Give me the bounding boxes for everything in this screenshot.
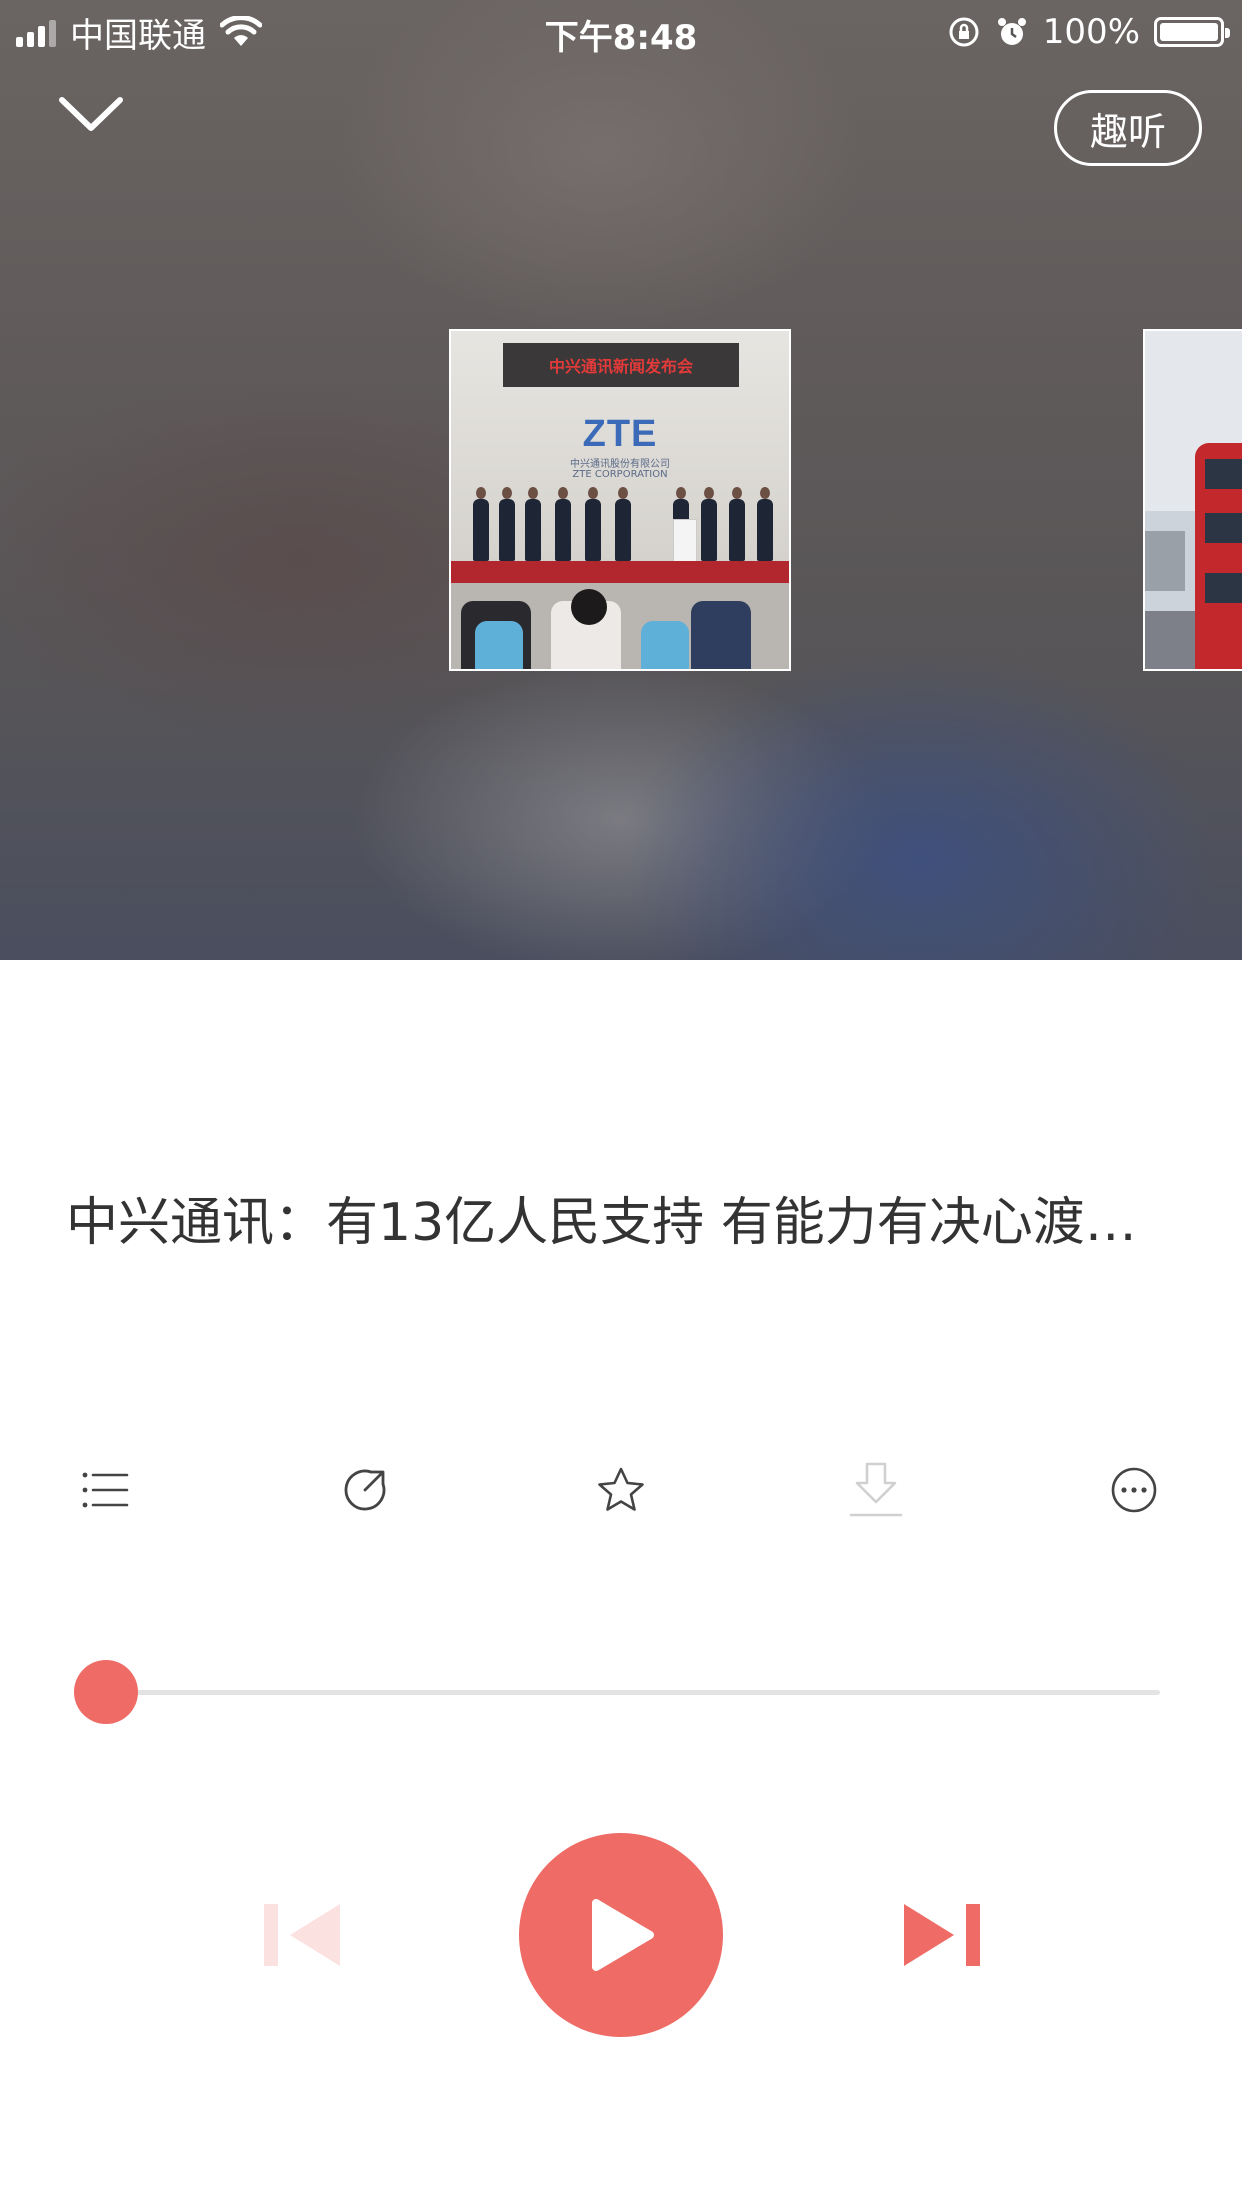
person	[701, 487, 717, 561]
person	[585, 487, 601, 561]
red-carpet	[451, 561, 789, 583]
more-icon	[1111, 1467, 1157, 1513]
person	[729, 487, 745, 561]
play-icon	[592, 1899, 654, 1971]
download-icon	[849, 1462, 903, 1517]
share-icon	[344, 1469, 386, 1511]
alarm-icon	[997, 18, 1026, 45]
more-button[interactable]	[1094, 1450, 1174, 1530]
chevron-down-icon	[59, 97, 123, 131]
share-button[interactable]	[325, 1450, 405, 1530]
chair	[641, 621, 689, 669]
qu-ting-button[interactable]: 趣听	[1054, 90, 1202, 166]
collapse-button[interactable]	[56, 86, 126, 146]
carousel-image-current[interactable]: 中兴通讯新闻发布会 ZTE 中兴通讯股份有限公司 ZTE CORPORATION	[449, 329, 791, 671]
action-toolbar	[0, 1450, 1242, 1530]
previous-button[interactable]	[262, 1902, 342, 1968]
battery-percent: 100%	[1042, 12, 1140, 52]
next-button[interactable]	[902, 1902, 982, 1968]
zte-logo: ZTE	[582, 413, 658, 455]
carousel-image-next[interactable]	[1143, 329, 1242, 671]
event-banner: 中兴通讯新闻发布会	[503, 343, 739, 387]
progress-bar[interactable]	[74, 1660, 1160, 1724]
star-icon	[598, 1467, 644, 1511]
progress-knob[interactable]	[74, 1660, 138, 1724]
red-bus	[1195, 443, 1242, 669]
skip-next-icon	[904, 1904, 980, 1966]
favorite-button[interactable]	[581, 1450, 661, 1530]
audience-head	[571, 589, 607, 625]
hero-background: 中国联通 下午8:48 100% 趣听 中兴通讯新闻发布会 ZTE 中兴通讯股份…	[0, 0, 1242, 960]
chair	[475, 621, 523, 669]
audience-member	[691, 601, 751, 669]
car	[1145, 531, 1185, 591]
rotation-lock-icon	[949, 17, 979, 47]
progress-track[interactable]	[104, 1690, 1160, 1695]
skip-previous-icon	[264, 1904, 340, 1966]
status-bar: 中国联通 下午8:48 100%	[0, 0, 1242, 64]
play-button[interactable]	[519, 1833, 723, 2037]
person	[615, 487, 631, 561]
playlist-button[interactable]	[66, 1450, 146, 1530]
playlist-icon	[82, 1472, 129, 1508]
person	[499, 487, 515, 561]
person	[473, 487, 489, 561]
zte-subtitle-en: ZTE CORPORATION	[572, 469, 668, 480]
zte-subtitle-cn: 中兴通讯股份有限公司	[570, 459, 670, 470]
battery-icon	[1154, 17, 1230, 47]
person	[555, 487, 571, 561]
download-button[interactable]	[836, 1450, 916, 1530]
person	[525, 487, 541, 561]
track-title: 中兴通讯：有13亿人民支持 有能力有决心渡…	[66, 1193, 1137, 1253]
status-right: 100%	[947, 10, 1230, 54]
person	[757, 487, 773, 561]
